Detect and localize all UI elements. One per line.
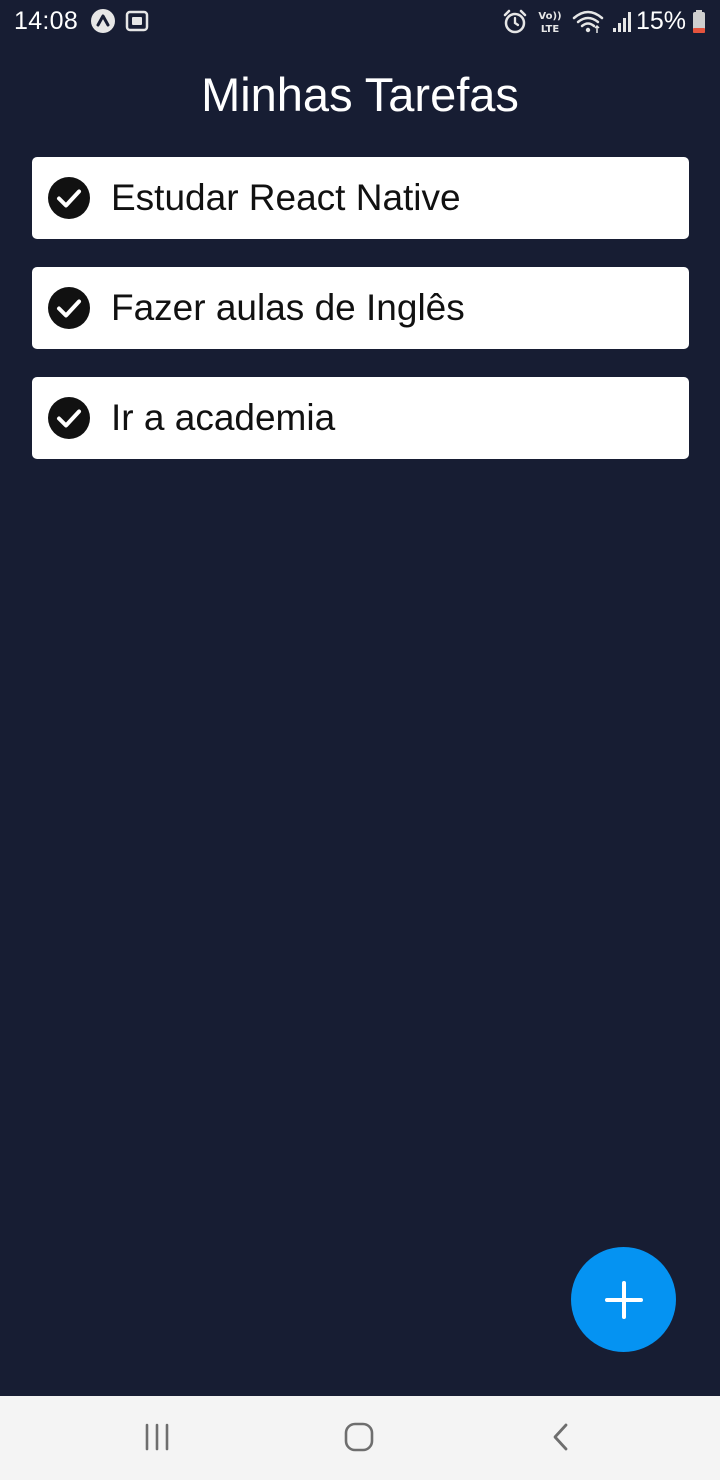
home-icon — [344, 1422, 374, 1452]
plus-icon — [604, 1280, 643, 1319]
volte-icon: Vo)) LTE — [538, 11, 561, 35]
task-label: Estudar React Native — [111, 177, 461, 218]
task-list: Estudar React Native Fazer aulas de Ingl… — [32, 157, 689, 459]
status-time: 14:08 — [14, 7, 79, 35]
task-item[interactable]: Ir a academia — [32, 377, 689, 459]
signal-icon — [613, 12, 631, 32]
recent-apps-icon — [145, 1423, 169, 1451]
page-title: Minhas Tarefas — [201, 68, 519, 121]
task-item[interactable]: Estudar React Native — [32, 157, 689, 239]
battery-low-icon — [693, 10, 705, 33]
home-button[interactable] — [334, 1414, 384, 1460]
task-item[interactable]: Fazer aulas de Inglês — [32, 267, 689, 349]
screenshot-icon — [125, 10, 149, 32]
task-label: Fazer aulas de Inglês — [111, 287, 465, 328]
task-label: Ir a academia — [111, 397, 336, 438]
checkmark-circle-icon[interactable] — [48, 397, 90, 439]
status-bar: 14:08 Vo)) LTE 15% — [0, 0, 720, 44]
recent-apps-button[interactable] — [132, 1414, 182, 1460]
add-task-button[interactable] — [571, 1247, 676, 1352]
status-left-icons — [90, 8, 149, 34]
battery-percent: 15% — [635, 7, 686, 35]
checkmark-circle-icon[interactable] — [48, 287, 90, 329]
back-icon — [553, 1423, 568, 1451]
status-right-icons: Vo)) LTE — [502, 8, 634, 36]
back-button[interactable] — [536, 1414, 586, 1460]
wifi-icon — [572, 10, 604, 33]
svg-text:LTE: LTE — [541, 24, 560, 35]
checkmark-circle-icon[interactable] — [48, 177, 90, 219]
svg-text:Vo)): Vo)) — [538, 11, 561, 22]
alarm-icon — [503, 9, 527, 34]
navigation-bar — [0, 1396, 720, 1480]
nav-app-icon — [91, 9, 115, 33]
